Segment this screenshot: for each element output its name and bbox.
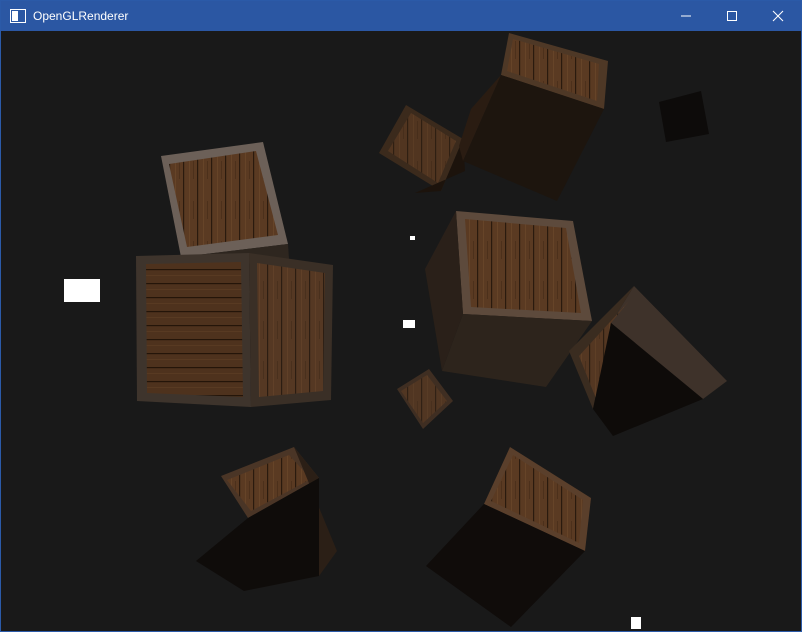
maximize-button[interactable] bbox=[709, 1, 755, 31]
light-source-3 bbox=[403, 320, 415, 328]
render-viewport[interactable] bbox=[1, 31, 801, 631]
light-source-1 bbox=[64, 279, 100, 302]
caption-buttons bbox=[663, 1, 801, 31]
scene-canvas bbox=[64, 33, 727, 629]
light-source-2 bbox=[410, 236, 415, 240]
crate-8 bbox=[397, 369, 453, 429]
minimize-icon bbox=[681, 15, 691, 17]
crate-10 bbox=[426, 447, 591, 627]
maximize-icon bbox=[727, 11, 737, 21]
crate-7 bbox=[569, 286, 727, 436]
close-icon bbox=[772, 10, 784, 22]
window-app-icon bbox=[10, 9, 26, 23]
minimize-button[interactable] bbox=[663, 1, 709, 31]
crate-9 bbox=[196, 447, 337, 591]
app-window: OpenGLRenderer bbox=[0, 0, 802, 632]
crate-3 bbox=[379, 105, 465, 193]
title-bar[interactable]: OpenGLRenderer bbox=[1, 1, 801, 31]
close-button[interactable] bbox=[755, 1, 801, 31]
crate-4 bbox=[459, 33, 608, 201]
light-source-4 bbox=[631, 617, 641, 629]
window-title: OpenGLRenderer bbox=[33, 9, 129, 23]
crate-6 bbox=[425, 211, 592, 387]
crate-1 bbox=[161, 142, 289, 271]
crate-2 bbox=[136, 253, 333, 407]
crate-5 bbox=[659, 91, 709, 142]
